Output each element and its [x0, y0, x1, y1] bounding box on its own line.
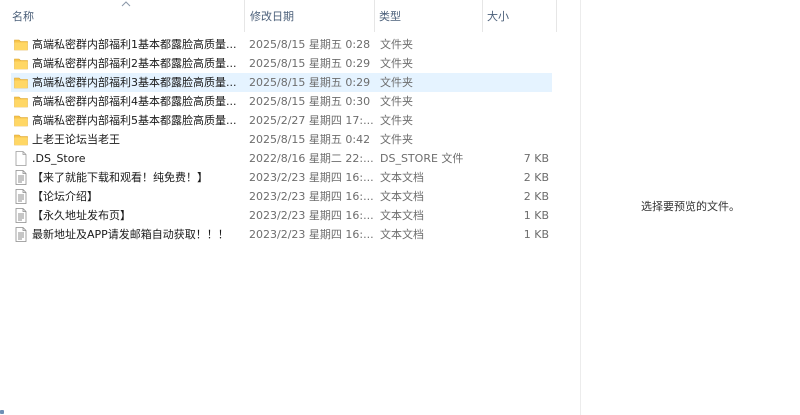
folder-icon [14, 94, 28, 109]
folder-icon [14, 37, 28, 52]
file-row[interactable]: 高端私密群内部福利2基本都露脸高质量... 2025/8/15 星期五 0:29 文… [11, 54, 552, 73]
file-row[interactable]: 【永久地址发布页】 2023/2/23 星期四 16:... 文本文档 1 KB [11, 206, 552, 225]
file-type: 文本文档 [380, 228, 424, 241]
file-date-modified: 2025/8/15 星期五 0:42 [249, 133, 371, 146]
status-indicator [0, 410, 4, 414]
blank-file-icon [14, 151, 28, 166]
file-type: 文件夹 [380, 57, 413, 70]
file-row[interactable]: 高端私密群内部福利3基本都露脸高质量... 2025/8/15 星期五 0:29 文… [11, 73, 552, 92]
column-header-name-label: 名称 [12, 10, 34, 23]
file-size: 1 KB [523, 209, 549, 222]
file-date-modified: 2025/8/15 星期五 0:30 [249, 95, 371, 108]
file-name: 【来了就能下载和观看！纯免费！】 [32, 171, 208, 184]
file-row[interactable]: 高端私密群内部福利5基本都露脸高质量... 2025/2/27 星期四 17:..… [11, 111, 552, 130]
folder-icon [14, 132, 28, 147]
file-date-modified: 2022/8/16 星期二 22:... [249, 152, 374, 165]
text-file-icon [14, 227, 28, 242]
file-list-pane[interactable]: 名称 修改日期 类型 大小 高端私密群内部福利1基本都露脸高质量... 2025/… [0, 0, 580, 415]
file-row[interactable]: .DS_Store 2022/8/16 星期二 22:... DS_STORE 文件… [11, 149, 552, 168]
column-header-size-label: 大小 [487, 10, 509, 23]
file-date-modified: 2023/2/23 星期四 16:... [249, 228, 374, 241]
folder-icon [14, 75, 28, 90]
file-name: 高端私密群内部福利1基本都露脸高质量... [32, 38, 237, 51]
file-name: 高端私密群内部福利5基本都露脸高质量... [32, 114, 237, 127]
text-file-icon [14, 170, 28, 185]
file-type: 文件夹 [380, 114, 413, 127]
file-row[interactable]: 【来了就能下载和观看！纯免费！】 2023/2/23 星期四 16:... 文本文档… [11, 168, 552, 187]
file-row[interactable]: 高端私密群内部福利1基本都露脸高质量... 2025/8/15 星期五 0:28 文… [11, 35, 552, 54]
file-date-modified: 2023/2/23 星期四 16:... [249, 209, 374, 222]
file-name: 【论坛介绍】 [32, 190, 98, 203]
file-type: 文件夹 [380, 133, 413, 146]
file-name: 高端私密群内部福利4基本都露脸高质量... [32, 95, 237, 108]
text-file-icon [14, 208, 28, 223]
file-size: 2 KB [523, 171, 549, 184]
column-header-name[interactable]: 名称 [0, 0, 244, 32]
file-type: 文本文档 [380, 190, 424, 203]
column-divider[interactable] [556, 0, 557, 32]
file-type: 文件夹 [380, 95, 413, 108]
column-header-size[interactable]: 大小 [482, 0, 556, 32]
file-row[interactable]: 【论坛介绍】 2023/2/23 星期四 16:... 文本文档 2 KB [11, 187, 552, 206]
column-header-date[interactable]: 修改日期 [244, 0, 374, 32]
column-header-date-label: 修改日期 [250, 10, 294, 23]
sort-up-icon [121, 1, 131, 7]
file-size: 1 KB [523, 228, 549, 241]
file-date-modified: 2025/8/15 星期五 0:29 [249, 76, 371, 89]
preview-message: 选择要预览的文件。 [641, 200, 740, 213]
column-header-bar: 名称 修改日期 类型 大小 [0, 0, 580, 32]
file-name: 【永久地址发布页】 [32, 209, 131, 222]
preview-pane: 选择要预览的文件。 [581, 0, 800, 415]
file-name: 最新地址及APP请发邮箱自动获取！！！ [32, 228, 229, 241]
file-size: 7 KB [523, 152, 549, 165]
file-type: 文本文档 [380, 209, 424, 222]
file-size: 2 KB [523, 190, 549, 203]
file-name: 上老王论坛当老王 [32, 133, 120, 146]
file-type: DS_STORE 文件 [380, 152, 464, 165]
file-type: 文件夹 [380, 38, 413, 51]
folder-icon [14, 113, 28, 128]
folder-icon [14, 56, 28, 71]
file-date-modified: 2023/2/23 星期四 16:... [249, 190, 374, 203]
text-file-icon [14, 189, 28, 204]
file-date-modified: 2025/2/27 星期四 17:... [249, 114, 374, 127]
file-row[interactable]: 上老王论坛当老王 2025/8/15 星期五 0:42 文件夹 [11, 130, 552, 149]
file-date-modified: 2025/8/15 星期五 0:29 [249, 57, 371, 70]
file-date-modified: 2025/8/15 星期五 0:28 [249, 38, 371, 51]
column-header-type[interactable]: 类型 [374, 0, 482, 32]
file-name: .DS_Store [32, 152, 86, 165]
column-header-type-label: 类型 [379, 10, 401, 23]
file-date-modified: 2023/2/23 星期四 16:... [249, 171, 374, 184]
file-row[interactable]: 高端私密群内部福利4基本都露脸高质量... 2025/8/15 星期五 0:30 文… [11, 92, 552, 111]
file-type: 文本文档 [380, 171, 424, 184]
file-type: 文件夹 [380, 76, 413, 89]
file-row[interactable]: 最新地址及APP请发邮箱自动获取！！！ 2023/2/23 星期四 16:... 文… [11, 225, 552, 244]
file-name: 高端私密群内部福利3基本都露脸高质量... [32, 76, 237, 89]
file-name: 高端私密群内部福利2基本都露脸高质量... [32, 57, 237, 70]
